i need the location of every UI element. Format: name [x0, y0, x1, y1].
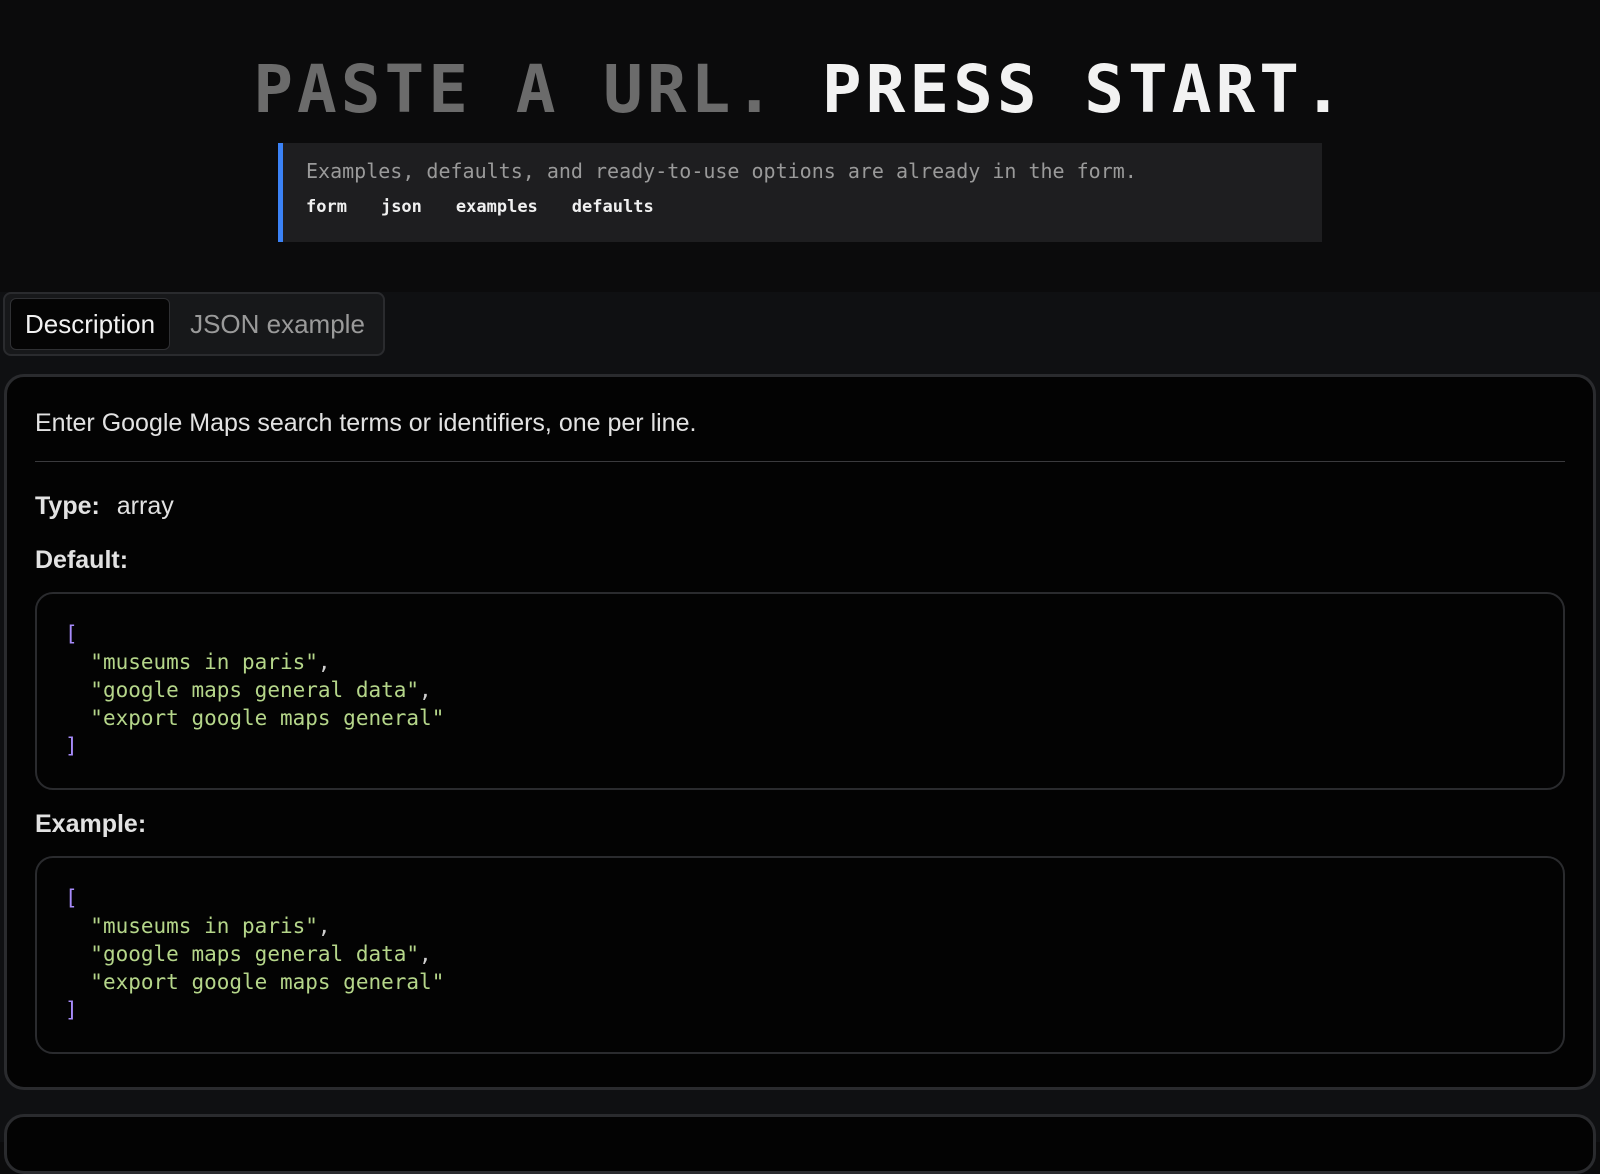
tab-bar: Description JSON example: [3, 292, 385, 356]
code-line: "google maps general data",: [90, 678, 432, 702]
chip-defaults[interactable]: defaults: [572, 197, 654, 217]
code-string: google maps general data: [102, 942, 407, 966]
chip-examples[interactable]: examples: [456, 197, 538, 217]
code-open-bracket: [: [65, 622, 78, 646]
chip-json[interactable]: json: [381, 197, 422, 217]
code-line: "google maps general data",: [90, 942, 432, 966]
default-code-block: [ "museums in paris", "google maps gener…: [35, 592, 1565, 790]
code-string: museums in paris: [102, 914, 306, 938]
code-line: "museums in paris",: [90, 914, 331, 938]
code-line: "museums in paris",: [90, 650, 331, 674]
divider: [35, 461, 1565, 462]
main-content: Description JSON example Enter Google Ma…: [0, 292, 1600, 1174]
code-string: google maps general data: [102, 678, 407, 702]
next-field-card: [4, 1114, 1596, 1174]
type-label: Type:: [35, 492, 100, 520]
tab-description[interactable]: Description: [10, 298, 171, 350]
tab-json-example[interactable]: JSON example: [176, 299, 379, 349]
hint-box: Examples, defaults, and ready-to-use opt…: [278, 143, 1322, 242]
hero-section: PASTE A URL. PRESS START. Examples, defa…: [0, 0, 1600, 292]
code-open-bracket: [: [65, 886, 78, 910]
code-line: "export google maps general": [90, 970, 445, 994]
field-description: Enter Google Maps search terms or identi…: [35, 409, 697, 437]
code-close-bracket: ]: [65, 734, 78, 758]
page-title: PASTE A URL. PRESS START.: [0, 48, 1600, 132]
type-value: array: [116, 492, 174, 520]
code-string: export google maps general: [102, 970, 432, 994]
description-panel: Enter Google Maps search terms or identi…: [4, 374, 1596, 1090]
chip-form[interactable]: form: [306, 197, 347, 217]
code-string: export google maps general: [102, 706, 432, 730]
hint-chips: form json examples defaults: [306, 197, 1322, 217]
type-row: Type: array: [35, 490, 1565, 522]
default-label: Default:: [35, 546, 129, 574]
code-string: museums in paris: [102, 650, 306, 674]
title-dim-part: PASTE A URL.: [253, 51, 779, 128]
code-line: "export google maps general": [90, 706, 445, 730]
example-code-block: [ "museums in paris", "google maps gener…: [35, 856, 1565, 1054]
example-label: Example:: [35, 810, 147, 838]
code-close-bracket: ]: [65, 998, 78, 1022]
hint-text: Examples, defaults, and ready-to-use opt…: [306, 159, 1137, 183]
title-bright-part: PRESS START.: [821, 51, 1347, 128]
